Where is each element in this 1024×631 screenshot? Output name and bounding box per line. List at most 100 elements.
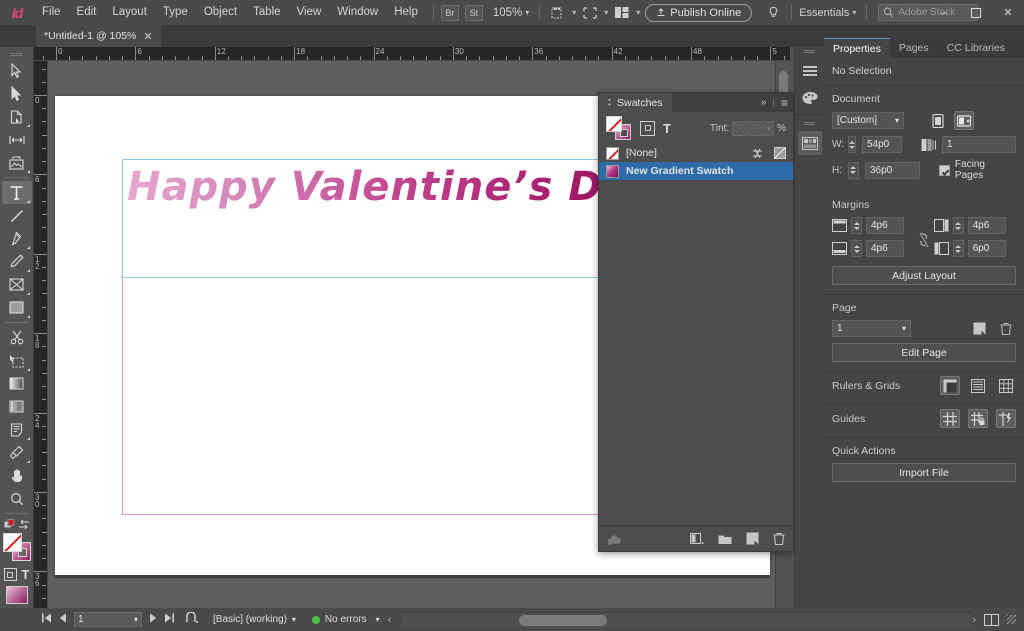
zoom-tool[interactable]	[2, 487, 32, 510]
cc-library-icon[interactable]	[607, 533, 623, 545]
scissors-tool[interactable]	[2, 326, 32, 349]
eyedropper-tool[interactable]	[2, 441, 32, 464]
paragraph-styles-icon[interactable]	[798, 59, 822, 83]
horizontal-ruler[interactable]: 0 6 12 18 24 30 36 42 48 5	[34, 47, 790, 61]
menu-layout[interactable]: Layout	[104, 0, 155, 25]
rail-grip-2[interactable]	[795, 119, 824, 128]
import-file-button[interactable]: Import File	[832, 463, 1016, 482]
apply-to-text-icon-panel[interactable]: T	[663, 121, 671, 136]
previous-page-icon[interactable]	[59, 613, 67, 626]
screen-mode-icon[interactable]	[547, 4, 569, 22]
zoom-level-value[interactable]: 105%	[493, 7, 522, 19]
discover-bulb-icon[interactable]	[762, 4, 784, 22]
gradient-feather-tool[interactable]	[2, 395, 32, 418]
last-page-icon[interactable]	[164, 613, 174, 626]
line-tool[interactable]	[2, 204, 32, 227]
selection-tool[interactable]	[2, 59, 32, 82]
rail-grip-1[interactable]	[795, 47, 824, 56]
tab-cc-libraries[interactable]: CC Libraries	[938, 38, 1014, 58]
tint-input[interactable]: ›	[732, 120, 775, 136]
menu-window[interactable]: Window	[329, 0, 386, 25]
swatch-row-new-gradient[interactable]: New Gradient Swatch	[599, 162, 793, 180]
pen-tool[interactable]	[2, 227, 32, 250]
menu-table[interactable]: Table	[245, 0, 289, 25]
note-tool[interactable]	[2, 418, 32, 441]
trash-icon[interactable]	[1000, 322, 1012, 335]
swatches-fill-stroke[interactable]	[606, 116, 632, 140]
collapse-panel-icon[interactable]: »	[761, 97, 767, 108]
color-icon[interactable]	[798, 86, 822, 110]
publish-online-button[interactable]: Publish Online	[645, 3, 753, 22]
content-collector-tool[interactable]	[2, 151, 32, 174]
workspace-selector[interactable]: Essentials	[799, 7, 849, 19]
document-tab[interactable]: *Untitled-1 @ 105% ✕	[36, 25, 161, 47]
free-transform-tool[interactable]	[2, 349, 32, 372]
gap-tool[interactable]	[2, 128, 32, 151]
scroll-prev-chevron-icon[interactable]: ‹	[388, 614, 392, 626]
chain-broken-icon[interactable]	[918, 232, 930, 248]
swatches-panel[interactable]: Swatches » | ≡ T Tint: › % [None] New Gr…	[598, 92, 794, 552]
page-number-input[interactable]: 1 ▾	[74, 612, 142, 627]
zoom-dropdown-chevron-icon[interactable]: ▾	[522, 8, 532, 17]
margin-top-input[interactable]: 4p6	[866, 217, 904, 234]
margin-outside-input[interactable]: 6p0	[967, 240, 1006, 257]
apply-to-container-icon[interactable]	[640, 120, 655, 136]
panel-menu-icon[interactable]: ≡	[781, 96, 788, 110]
stock-button[interactable]: St	[464, 4, 483, 21]
frame-tool[interactable]	[2, 273, 32, 296]
delete-swatch-icon[interactable]	[773, 532, 785, 545]
margin-bottom-stepper[interactable]	[851, 240, 862, 257]
vertical-ruler[interactable]: 0 6 12 18 24 30 36	[34, 61, 48, 608]
maximize-button[interactable]	[960, 0, 992, 25]
page-select[interactable]: 1 ▾	[832, 320, 911, 337]
next-page-icon[interactable]	[149, 613, 157, 626]
fill-swatch[interactable]	[2, 533, 22, 552]
show-guides-icon[interactable]	[940, 409, 960, 428]
menu-help[interactable]: Help	[386, 0, 426, 25]
new-group-icon[interactable]	[718, 533, 732, 545]
margin-inside-stepper[interactable]	[952, 217, 964, 234]
lock-guides-icon[interactable]	[968, 409, 988, 428]
screen-mode-chevron-icon[interactable]: ▾	[569, 8, 579, 17]
pages-count-input[interactable]: 1	[942, 136, 1016, 153]
new-page-icon[interactable]	[973, 322, 986, 335]
width-input[interactable]: 54p0	[862, 136, 902, 153]
facing-pages-row[interactable]: Facing Pages	[938, 159, 1016, 181]
first-page-icon[interactable]	[42, 613, 52, 626]
gradient-swatch-tool[interactable]	[2, 372, 32, 395]
smart-guides-icon[interactable]	[996, 409, 1016, 428]
rectangle-tool[interactable]	[2, 296, 32, 319]
resize-grabber-icon[interactable]	[1007, 615, 1016, 624]
margin-top-stepper[interactable]	[851, 217, 862, 234]
arrange-documents-icon[interactable]	[611, 4, 633, 22]
margin-outside-stepper[interactable]	[952, 240, 964, 257]
fill-stroke-swatch[interactable]	[2, 533, 32, 565]
arrange-chevron-icon[interactable]: ▾	[633, 8, 643, 17]
landscape-icon[interactable]	[954, 111, 974, 130]
color-theme-icon[interactable]	[797, 131, 822, 155]
height-input[interactable]: 36p0	[864, 161, 920, 179]
menu-edit[interactable]: Edit	[69, 0, 105, 25]
menu-type[interactable]: Type	[155, 0, 196, 25]
tab-pages[interactable]: Pages	[890, 38, 938, 58]
apply-gradient-button[interactable]	[5, 586, 28, 604]
swatches-fill-swatch[interactable]	[606, 116, 622, 132]
height-stepper[interactable]	[848, 161, 859, 179]
preflight-icon[interactable]	[185, 611, 199, 627]
type-tool[interactable]	[1, 181, 32, 204]
close-icon[interactable]: ✕	[143, 30, 152, 43]
preflight-profile-select[interactable]: [Basic] (working) ▾	[213, 614, 296, 625]
view-options-chevron-icon[interactable]: ▾	[601, 8, 611, 17]
errors-status[interactable]: No errors ▾	[311, 614, 380, 625]
menu-object[interactable]: Object	[196, 0, 245, 25]
margin-bottom-input[interactable]: 4p6	[866, 240, 904, 257]
view-options-icon[interactable]	[579, 4, 601, 22]
show-swatch-groups-icon[interactable]	[690, 532, 704, 545]
pencil-tool[interactable]	[2, 250, 32, 273]
workspace-chevron-icon[interactable]: ▾	[849, 8, 859, 17]
minimize-button[interactable]: –	[928, 0, 960, 25]
direct-selection-tool[interactable]	[2, 82, 32, 105]
tab-properties[interactable]: Properties	[824, 38, 890, 58]
margin-inside-input[interactable]: 4p6	[967, 217, 1006, 234]
swatch-row-none[interactable]: [None]	[599, 144, 793, 162]
